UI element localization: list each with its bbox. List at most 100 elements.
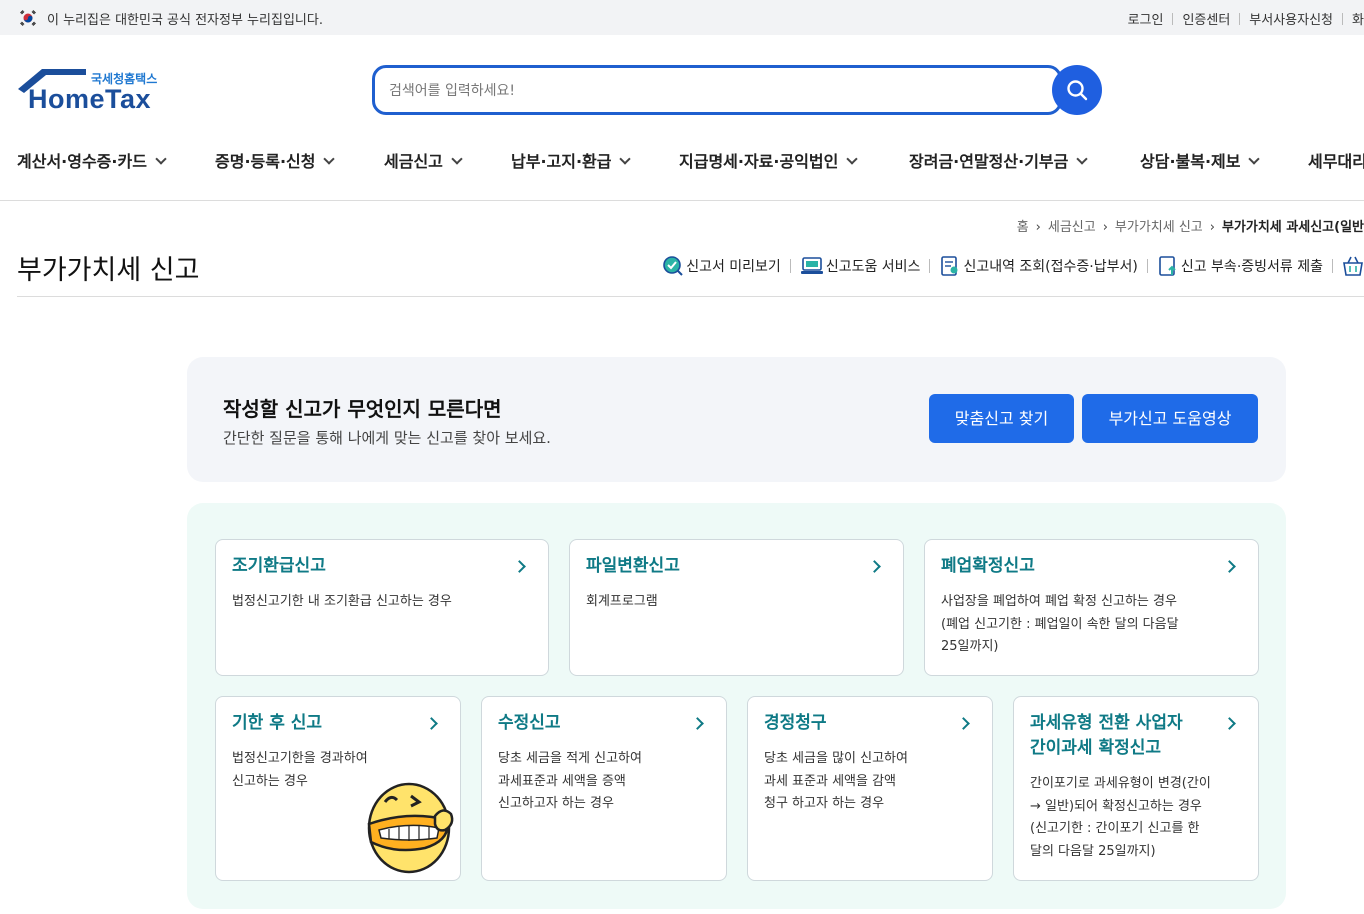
card-early-refund[interactable]: 조기환급신고 법정신고기한 내 조기환급 신고하는 경우 [215,539,549,676]
breadcrumb-home[interactable]: 홈 [1017,220,1029,235]
divider [1239,13,1241,25]
attach-docs-link[interactable]: 신고 부속·증빙서류 제출 [1157,255,1323,277]
chevron-down-icon [1248,153,1261,165]
card-description: 당초 세금을 많이 신고하여 과세 표준과 세액을 감액 청구 하고자 하는 경… [764,751,908,811]
filing-help-link[interactable]: 신고도움 서비스 [800,255,921,277]
nav-item-incentive[interactable]: 장려금·연말정산·기부금 [909,148,1089,172]
divider [1332,259,1333,273]
divider [929,259,931,273]
guide-banner: 작성할 신고가 무엇인지 모른다면 간단한 질문을 통해 나에게 맞는 신고를 … [187,357,1286,482]
nav-item-payment-statement[interactable]: 지급명세·자료·공익법인 [679,148,859,172]
nav-label: 증명·등록·신청 [215,152,316,171]
nav-item-tax-agent[interactable]: 세무대리 [1308,148,1364,172]
quick-link-label: 신고서 미리보기 [686,259,781,275]
search-input[interactable] [389,79,1039,103]
card-title: 기한 후 신고 [232,713,323,733]
find-custom-filing-button[interactable]: 맞춤신고 찾기 [929,394,1074,443]
document-upload-icon [1159,256,1176,276]
util-links: 로그인 인증센터 부서사용자신청 화 [1128,9,1364,28]
nav-label: 세무대리 [1308,152,1364,171]
vat-help-video-button[interactable]: 부가신고 도움영상 [1082,394,1258,443]
logo-wordmark: HomeTax [28,84,152,114]
nav-item-payment[interactable]: 납부·고지·환급 [511,148,632,172]
breadcrumb-tax-filing[interactable]: 세금신고 [1048,220,1096,235]
global-nav: 계산서·영수증·카드 증명·등록·신청 세금신고 납부·고지·환급 지급명세·자… [0,140,1364,180]
title-divider [17,296,1364,297]
chevron-right-icon: › [1102,220,1108,235]
card-description: 법정신고기한 내 조기환급 신고하는 경우 [232,594,452,609]
card-file-conversion[interactable]: 파일변환신고 회계프로그램 [569,539,904,676]
document-search-icon [941,256,958,276]
divider [1342,13,1344,25]
chevron-down-icon [323,153,336,165]
nav-item-invoice[interactable]: 계산서·영수증·카드 [17,148,167,172]
chevron-right-icon: › [1035,220,1041,235]
card-description: 사업장을 폐업하여 폐업 확정 신고하는 경우 (폐업 신고기한 : 폐업일이 … [941,594,1179,654]
breadcrumb: 홈 › 세금신고 › 부가가치세 신고 › 부가가치세 과세신고(일반 [1017,216,1364,235]
chevron-right-icon [513,560,526,573]
card-description: 법정신고기한을 경과하여 신고하는 경우 [232,751,368,789]
chevron-down-icon [1076,153,1089,165]
chevron-down-icon [846,153,859,165]
basket-link[interactable] [1342,255,1364,277]
chevron-right-icon [1223,560,1236,573]
card-title: 과세유형 전환 사업자 간이과세 확정신고 [1030,713,1183,758]
breadcrumb-current: 부가가치세 과세신고(일반 [1221,220,1364,235]
search-bar [372,65,1102,115]
quick-link-label: 신고도움 서비스 [825,259,921,275]
nav-label: 계산서·영수증·카드 [17,152,147,171]
gov-notice-bar: 이 누리집은 대한민국 공식 전자정부 누리집입니다. 로그인 인증센터 부서사용자… [0,0,1364,35]
card-title: 경정청구 [764,713,827,733]
card-closure-final[interactable]: 폐업확정신고 사업장을 폐업하여 폐업 확정 신고하는 경우 (폐업 신고기한 … [924,539,1259,676]
gov-notice-text: 이 누리집은 대한민국 공식 전자정부 누리집입니다. [47,13,323,28]
dept-user-apply-link[interactable]: 부서사용자신청 [1249,9,1333,28]
cert-center-link[interactable]: 인증센터 [1182,9,1230,28]
chevron-right-icon [868,560,881,573]
card-description: 간이포기로 과세유형이 변경(간이 → 일반)되어 확정신고하는 경우 (신고기… [1030,776,1211,859]
basket-icon [1343,256,1363,276]
chevron-right-icon [1223,717,1236,730]
duck-mascot-illustration [367,782,454,874]
filing-history-link[interactable]: 신고내역 조회(접수증·납부서) [939,255,1138,277]
login-link[interactable]: 로그인 [1128,9,1164,28]
card-amended-filing[interactable]: 수정신고 당초 세금을 적게 신고하여 과세표준과 세액을 증액 신고하고자 하… [481,696,727,881]
search-icon [1067,80,1088,101]
chevron-right-icon [957,717,970,730]
magnifier-check-icon [663,256,683,276]
chevron-right-icon [691,717,704,730]
card-title: 조기환급신고 [232,556,326,576]
nav-item-consult[interactable]: 상담·불복·제보 [1140,148,1261,172]
card-description: 회계프로그램 [586,594,658,609]
breadcrumb-vat-filing[interactable]: 부가가치세 신고 [1115,220,1203,235]
chevron-down-icon [619,153,632,165]
chevron-right-icon [425,717,438,730]
korean-flag-icon [20,10,36,26]
divider [1146,259,1148,273]
card-title: 폐업확정신고 [941,556,1035,576]
card-description: 당초 세금을 적게 신고하여 과세표준과 세액을 증액 신고하고자 하는 경우 [498,751,642,811]
nav-divider [0,200,1364,201]
preview-form-link[interactable]: 신고서 미리보기 [662,255,781,277]
nav-label: 장려금·연말정산·기부금 [909,152,1069,171]
guide-description: 간단한 질문을 통해 나에게 맞는 신고를 찾아 보세요. [223,429,551,447]
page-title: 부가가치세 신고 [17,255,200,286]
divider [1172,13,1174,25]
guide-title: 작성할 신고가 무엇인지 모른다면 [223,397,502,421]
laptop-help-icon [800,257,823,274]
nav-item-tax-filing[interactable]: 세금신고 [384,148,463,172]
card-correction-claim[interactable]: 경정청구 당초 세금을 많이 신고하여 과세 표준과 세액을 감액 청구 하고자… [747,696,993,881]
chevron-down-icon [451,153,463,165]
hometax-logo[interactable]: 국세청홈택스 HomeTax [16,65,176,117]
divider [789,259,791,273]
more-util-link[interactable]: 화 [1352,9,1364,28]
card-title: 파일변환신고 [586,556,680,576]
chevron-down-icon [155,153,167,165]
search-box [372,65,1062,115]
quick-link-label: 신고내역 조회(접수증·납부서) [963,259,1138,275]
nav-item-certificate[interactable]: 증명·등록·신청 [215,148,336,172]
search-button[interactable] [1052,65,1102,115]
nav-label: 납부·고지·환급 [511,152,612,171]
quick-links: 신고서 미리보기 신고도움 서비스 신고내역 조회(접수증·납부서) 신고 부속… [662,255,1364,277]
card-type-conversion[interactable]: 과세유형 전환 사업자 간이과세 확정신고 간이포기로 과세유형이 변경(간이 … [1013,696,1259,881]
nav-label: 세금신고 [384,152,443,171]
